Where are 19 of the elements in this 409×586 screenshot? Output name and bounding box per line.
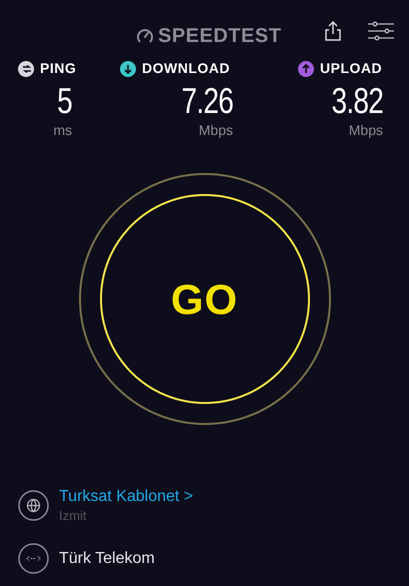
server-link[interactable]: Turksat Kablonet > xyxy=(59,487,194,507)
metric-value: 5 xyxy=(57,81,72,121)
connection-icon xyxy=(18,543,49,574)
share-icon[interactable] xyxy=(324,20,342,42)
provider-name: Türk Telekom xyxy=(59,548,155,568)
metric-unit: Mbps xyxy=(198,121,233,139)
server-location: Izmit xyxy=(59,507,88,524)
logo-text: SPEEDTEST xyxy=(158,24,282,49)
metric-unit: Mbps xyxy=(348,121,383,139)
metric-label: DOWNLOAD xyxy=(142,59,230,78)
go-button[interactable]: GO xyxy=(100,194,310,404)
gauge-icon xyxy=(136,27,154,45)
metric-value: 7.26 xyxy=(181,81,233,121)
metric-label: UPLOAD xyxy=(320,59,382,78)
metric-unit: ms xyxy=(53,121,72,139)
metric-label: PING xyxy=(40,59,76,78)
settings-icon[interactable] xyxy=(368,21,394,41)
metric-value: 3.82 xyxy=(331,81,383,121)
globe-icon xyxy=(18,490,49,521)
